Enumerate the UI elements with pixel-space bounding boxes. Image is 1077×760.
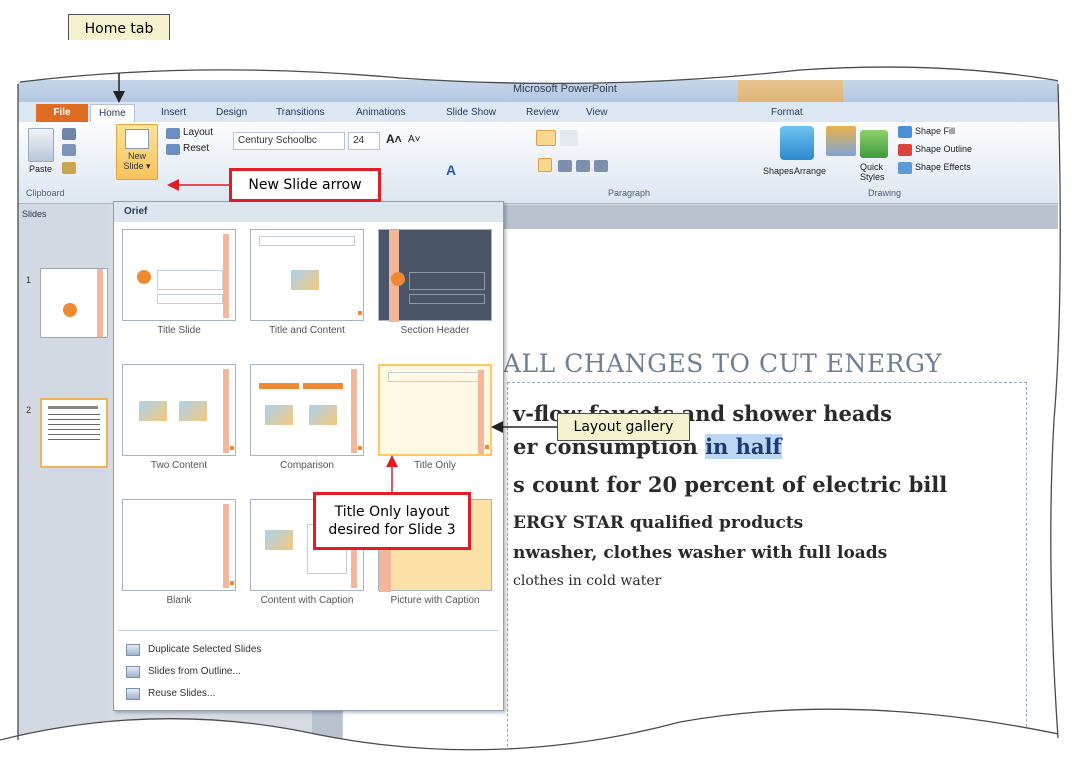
figure-stage: Microsoft PowerPoint File Home Insert De… — [0, 0, 1077, 760]
right-edge-mask — [1058, 80, 1077, 740]
top-torn-edge — [0, 40, 1077, 88]
bottom-torn-edge — [0, 709, 1077, 760]
torn-edge-decoration — [0, 40, 1077, 760]
